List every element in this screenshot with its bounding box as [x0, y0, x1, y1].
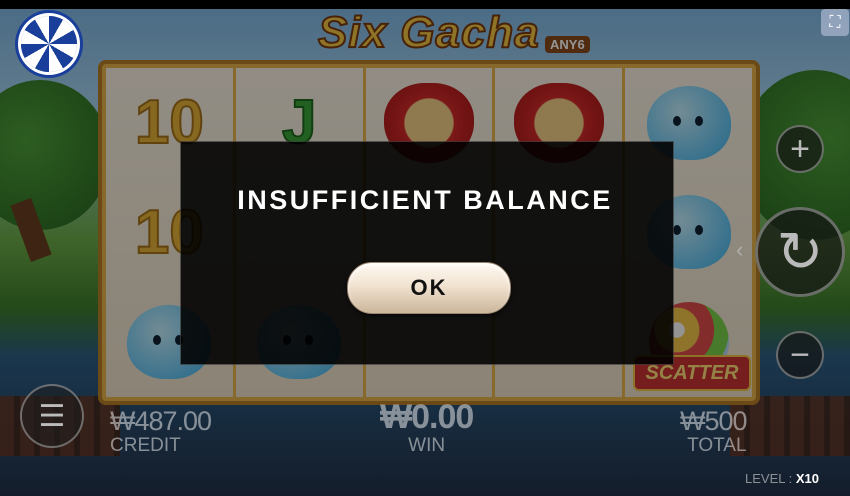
total-value: ₩500: [680, 406, 748, 436]
ok-button[interactable]: OK: [347, 262, 511, 314]
dialog-message: INSUFFICIENT BALANCE: [237, 185, 613, 215]
total-label: TOTAL: [687, 435, 747, 456]
win-label: WIN: [408, 435, 446, 456]
win-value: ₩0.00: [380, 398, 474, 436]
win-display: ₩0.00 WIN: [380, 398, 474, 457]
increase-bet-button[interactable]: +: [776, 125, 824, 173]
decrease-bet-button[interactable]: −: [776, 331, 824, 379]
credit-value: ₩487.00: [110, 406, 212, 436]
fullscreen-icon[interactable]: ⛶: [821, 9, 849, 36]
insufficient-balance-dialog: [181, 142, 673, 364]
menu-button[interactable]: ☰: [20, 384, 84, 448]
level-value: X10: [795, 471, 819, 486]
bonus-wheel-icon[interactable]: [21, 16, 77, 72]
level-indicator: LEVEL : X10: [745, 471, 819, 486]
credit-label: CREDIT: [110, 435, 181, 456]
credit-display: ₩487.00 CREDIT: [110, 406, 212, 457]
spin-arrow-icon: ‹: [736, 237, 744, 262]
level-label: LEVEL :: [745, 471, 796, 486]
spin-button[interactable]: ↻: [755, 207, 845, 297]
top-bar: [0, 0, 850, 9]
total-bet-display: ₩500 TOTAL: [680, 406, 748, 457]
